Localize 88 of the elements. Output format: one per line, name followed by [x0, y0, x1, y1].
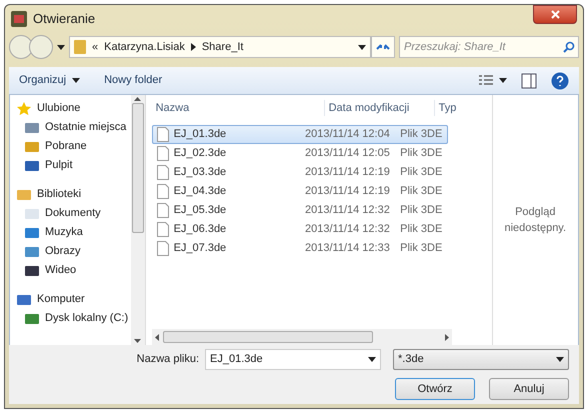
file-row[interactable]: EJ_03.3de 2013/11/14 12:19 Plik 3DE: [152, 163, 448, 182]
column-header[interactable]: Data modyfikacji: [324, 100, 434, 116]
view-options-button[interactable]: [479, 74, 507, 86]
date-cell-text: 2013/11/14 12:19: [304, 165, 391, 180]
file-icon: [156, 241, 169, 256]
scroll-down-icon[interactable]: [134, 339, 142, 343]
sidebar-item[interactable]: Dysk lokalny (C:): [10, 309, 131, 328]
overflow-chevron[interactable]: «: [92, 38, 98, 56]
file-name: EJ_02.3de: [174, 146, 226, 162]
file-icon: [156, 127, 169, 142]
type-cell-text: Plik 3DE: [399, 184, 444, 200]
type-cell-text: Plik 3DE: [399, 165, 444, 180]
close-icon: [550, 10, 560, 19]
sidebar-item[interactable]: Pulpit: [10, 156, 131, 175]
scroll-right-icon[interactable]: [444, 334, 449, 340]
sidebar-item[interactable]: Pobrane: [10, 137, 131, 156]
date-cell-text: 2013/11/14 12:05: [304, 146, 391, 162]
caret-icon: [72, 78, 80, 83]
file-icon: [156, 203, 169, 218]
caret-icon: [499, 78, 507, 83]
scroll-thumb[interactable]: [162, 331, 373, 343]
date-cell-text: 2013/11/14 12:32: [304, 203, 391, 218]
file-type-dropdown[interactable]: *.3de: [393, 349, 569, 370]
column-header[interactable]: Nazwa: [152, 100, 324, 116]
preview-pane-icon[interactable]: [521, 72, 537, 88]
column-header[interactable]: Typ: [434, 100, 492, 116]
file-icon: [156, 184, 169, 199]
sidebar-group[interactable]: Biblioteki: [10, 185, 131, 204]
file-icon: [156, 165, 169, 180]
address-dropdown-icon: [358, 44, 366, 50]
date-cell-text: 2013/11/14 12:33: [304, 241, 391, 256]
help-icon[interactable]: [551, 72, 569, 90]
history-caret-icon: [57, 44, 65, 50]
date-cell-text: 2013/11/14 12:04: [304, 127, 391, 142]
sidebar-item[interactable]: Muzyka: [10, 223, 131, 242]
app-icon: [11, 11, 27, 27]
window-title: Otwieranie: [33, 10, 96, 28]
scroll-thumb[interactable]: [132, 103, 144, 233]
search-icon: [563, 41, 575, 53]
folder-icon: [74, 40, 86, 54]
close-button[interactable]: [533, 5, 577, 24]
type-cell-text: Plik 3DE: [399, 203, 444, 218]
breadcrumb-arrow-icon: [190, 43, 196, 51]
refresh-icon: [376, 42, 390, 52]
view-list-icon: [479, 74, 493, 86]
file-row[interactable]: EJ_05.3de 2013/11/14 12:32 Plik 3DE: [152, 201, 448, 220]
sidebar-item[interactable]: Wideo: [10, 261, 131, 280]
file-name: EJ_03.3de: [174, 165, 226, 180]
type-cell-text: Plik 3DE: [399, 222, 444, 238]
file-icon: [156, 222, 169, 237]
sidebar-group[interactable]: Ulubione: [10, 99, 131, 118]
scroll-up-icon[interactable]: [134, 97, 142, 101]
file-row[interactable]: EJ_07.3de 2013/11/14 12:33 Plik 3DE: [152, 239, 448, 258]
file-name-field[interactable]: EJ_01.3de: [205, 349, 381, 370]
file-row[interactable]: EJ_02.3de 2013/11/14 12:05 Plik 3DE: [152, 144, 448, 163]
breadcrumb-item[interactable]: Katarzyna.Lisiak: [104, 38, 185, 56]
new-folder-button[interactable]: Nowy folder: [104, 72, 162, 89]
file-type-dropdown-icon: [556, 357, 564, 362]
sidebar-item[interactable]: Dokumenty: [10, 204, 131, 223]
file-row[interactable]: EJ_06.3de 2013/11/14 12:32 Plik 3DE: [152, 220, 448, 239]
type-cell-text: Plik 3DE: [399, 146, 444, 162]
type-cell-text: Plik 3DE: [399, 241, 444, 256]
date-cell-text: 2013/11/14 12:32: [304, 222, 391, 238]
file-name: EJ_07.3de: [174, 241, 226, 256]
preview-message: Podgląd niedostępny.: [503, 204, 568, 236]
organize-menu[interactable]: Organizuj: [19, 72, 80, 89]
file-row[interactable]: EJ_04.3de 2013/11/14 12:19 Plik 3DE: [152, 182, 448, 201]
sidebar-group[interactable]: Komputer: [10, 290, 131, 309]
type-cell-text: Plik 3DE: [399, 127, 444, 142]
star-icon: [16, 100, 32, 116]
refresh-button[interactable]: [371, 36, 395, 58]
file-icon: [156, 146, 169, 161]
date-cell-text: 2013/11/14 12:19: [304, 184, 391, 200]
file-name: EJ_05.3de: [174, 203, 226, 218]
file-row[interactable]: EJ_01.3de 2013/11/14 12:04 Plik 3DE: [152, 125, 448, 144]
scroll-left-icon[interactable]: [154, 334, 159, 340]
breadcrumb-item[interactable]: Share_It: [202, 38, 244, 56]
file-name: EJ_06.3de: [174, 222, 226, 238]
open-button[interactable]: Otwórz: [395, 378, 475, 400]
file-name: EJ_01.3de: [174, 127, 226, 142]
file-name-dropdown-icon: [368, 357, 376, 362]
file-name-label: Nazwa pliku:: [136, 352, 199, 368]
search-field[interactable]: Przeszukaj: Share_It: [399, 36, 579, 58]
address-bar[interactable]: « Katarzyna.Lisiak Share_It: [69, 36, 371, 58]
sidebar-item[interactable]: Obrazy: [10, 242, 131, 261]
file-name: EJ_04.3de: [174, 184, 226, 200]
sidebar-item[interactable]: Ostatnie miejsca: [10, 118, 131, 137]
cancel-button[interactable]: Anuluj: [489, 378, 569, 400]
